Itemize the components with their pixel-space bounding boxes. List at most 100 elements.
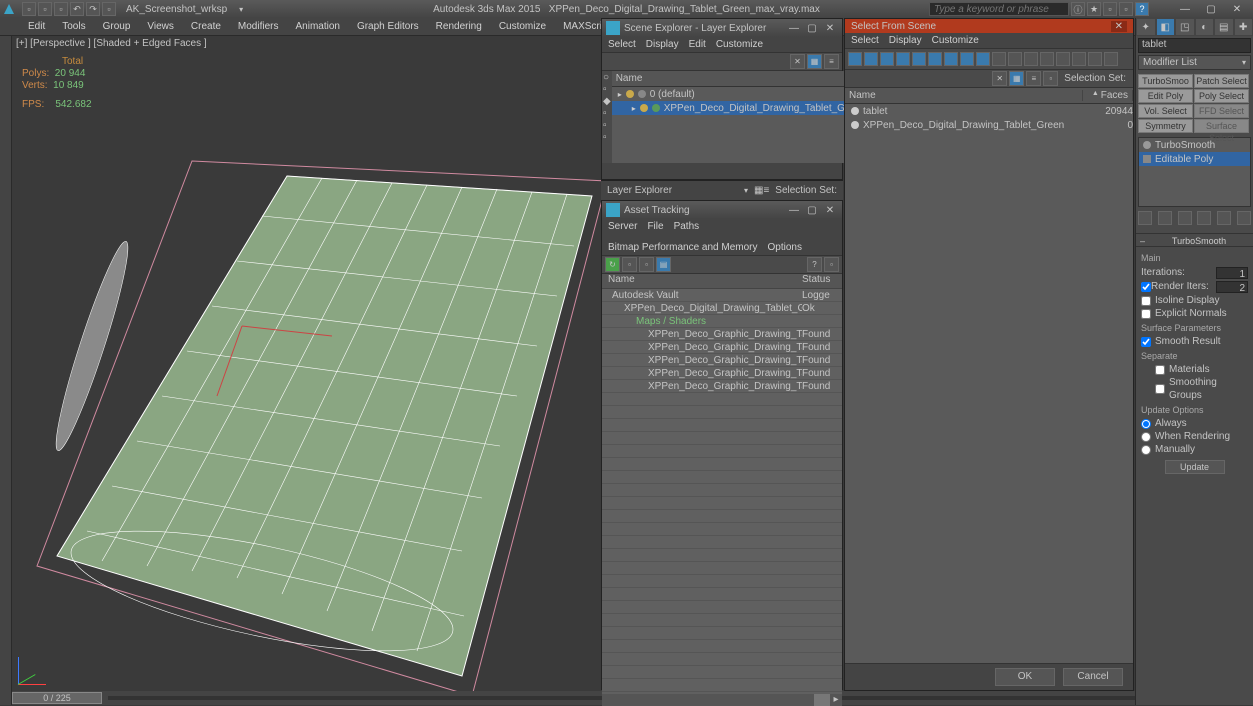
sfs-row[interactable]: tablet20944 [845,104,1133,118]
subobj-button[interactable]: Poly Select [1194,89,1249,103]
object-name-input[interactable]: tablet [1138,38,1251,53]
at-menu-server[interactable]: Server [608,221,637,232]
se-tool-icon[interactable]: ≡ [824,54,839,69]
se-tool-icon[interactable]: ✕ [790,54,805,69]
tab-create-icon[interactable]: ✦ [1136,18,1156,36]
se-filter-icon[interactable]: ▫ [603,120,611,131]
sfs-tool-icon[interactable]: ≡ [1026,71,1041,86]
update-button[interactable]: Update [1165,460,1225,474]
sfs-filter-icon[interactable] [1008,52,1022,66]
signin-icon[interactable]: ▫ [1103,2,1117,16]
update-always-radio[interactable]: Always [1141,417,1248,430]
at-refresh-icon[interactable]: ↻ [605,257,620,272]
asset-tracking-title[interactable]: Asset Tracking —▢✕ [602,201,842,219]
tab-display-icon[interactable]: ▤ [1214,18,1234,36]
sfs-filter-icon[interactable] [1056,52,1070,66]
stack-pin-icon[interactable] [1138,211,1152,225]
sfs-filter-icon[interactable] [912,52,926,66]
modifier-stack[interactable]: TurboSmooth Editable Poly [1138,137,1251,207]
sfs-close-icon[interactable]: ✕ [1111,21,1127,32]
at-tool-icon[interactable]: ▫ [639,257,654,272]
sfs-filter-icon[interactable] [864,52,878,66]
asset-row[interactable]: XPPen_Deco_Graphic_Drawing_Tablet_gre...… [602,354,842,367]
panel-max-icon[interactable]: ▢ [804,205,820,216]
asset-row[interactable]: XPPen_Deco_Graphic_Drawing_Tablet_gre...… [602,341,842,354]
se-menu-select[interactable]: Select [608,39,636,50]
sfs-col-name[interactable]: Name [845,90,1083,101]
sfs-row[interactable]: XPPen_Deco_Digital_Drawing_Tablet_Green0 [845,118,1133,132]
panel-max-icon[interactable]: ▢ [804,23,820,34]
menu-edit[interactable]: Edit [20,19,53,34]
tree-row[interactable]: ▸XPPen_Deco_Digital_Drawing_Tablet_Green [612,101,865,115]
smooth-result-check[interactable]: Smooth Result [1141,335,1248,348]
sfs-filter-icon[interactable] [928,52,942,66]
sfs-filter-icon[interactable] [880,52,894,66]
sfs-filter-icon[interactable] [976,52,990,66]
modifier-list-dropdown[interactable]: Modifier List [1138,55,1251,70]
se-menu-display[interactable]: Display [646,39,679,50]
update-manual-radio[interactable]: Manually [1141,443,1248,456]
tree-row[interactable]: ▸0 (default) [612,87,865,101]
at-col-status[interactable]: Status [802,274,842,288]
hscroll-thumb[interactable] [814,694,830,706]
rollout-header[interactable]: TurboSmooth [1136,233,1253,247]
subobj-button[interactable]: FFD Select [1194,104,1249,118]
sfs-tool-icon[interactable]: ▫ [1043,71,1058,86]
at-menu-options[interactable]: Options [768,242,802,253]
asset-row[interactable]: Maps / Shaders [602,315,842,328]
cancel-button[interactable]: Cancel [1063,668,1123,686]
at-tool-icon[interactable]: ▤ [656,257,671,272]
asset-row[interactable]: XPPen_Deco_Graphic_Drawing_Tablet_gre...… [602,328,842,341]
at-menu-paths[interactable]: Paths [674,221,700,232]
stack-tool-icon[interactable] [1178,211,1192,225]
panel-min-icon[interactable]: — [786,23,802,34]
qat-redo-icon[interactable]: ↷ [86,2,100,16]
render-iters-spinner[interactable]: 2 [1216,281,1248,293]
help-search-input[interactable] [929,2,1069,16]
at-tool-icon[interactable]: ▫ [622,257,637,272]
subobj-button[interactable]: Patch Select [1194,74,1249,88]
materials-check[interactable]: Materials [1155,363,1248,376]
sfs-menu-customize[interactable]: Customize [932,35,979,46]
sfs-tool-icon[interactable]: ▦ [1009,71,1024,86]
at-menu-file[interactable]: File [647,221,663,232]
asset-row[interactable]: Autodesk VaultLogge [602,289,842,302]
sfs-title[interactable]: Select From Scene ✕ [845,19,1133,33]
help-icon[interactable]: ? [1135,2,1149,16]
stack-config-icon[interactable] [1237,211,1251,225]
at-tool-icon[interactable]: ▫ [824,257,839,272]
se-filter-icon[interactable]: ▫ [603,108,611,119]
minimize-button[interactable]: — [1173,2,1197,16]
se-filter-icon[interactable]: ○ [603,72,611,83]
info-icon[interactable]: ⓘ [1071,2,1085,16]
at-menu-bitmap[interactable]: Bitmap Performance and Memory [608,242,758,253]
maximize-button[interactable]: ▢ [1199,2,1223,16]
hscroll-right-icon[interactable]: ▸ [830,694,842,706]
menu-rendering[interactable]: Rendering [428,19,490,34]
sfs-filter-icon[interactable] [960,52,974,66]
menu-tools[interactable]: Tools [54,19,93,34]
tab-motion-icon[interactable]: ◐ [1195,18,1215,36]
subobj-button[interactable]: Vol. Select [1138,104,1193,118]
scene-explorer-title[interactable]: Scene Explorer - Layer Explorer —▢✕ [602,19,842,37]
subobj-button[interactable]: Symmetry [1138,119,1193,133]
sfs-filter-icon[interactable] [992,52,1006,66]
tab-modify-icon[interactable]: ◧ [1156,18,1176,36]
subobj-button[interactable]: Edit Poly [1138,89,1193,103]
sfs-col-faces[interactable]: ▲Faces [1083,90,1133,101]
stack-tool-icon[interactable] [1158,211,1172,225]
qat-save-icon[interactable]: ▫ [54,2,68,16]
se-col-name[interactable]: Name [612,73,865,84]
sfs-filter-icon[interactable] [1072,52,1086,66]
menu-animation[interactable]: Animation [287,19,347,34]
stack-item[interactable]: Editable Poly [1139,152,1250,166]
tab-utilities-icon[interactable]: ✚ [1234,18,1253,36]
qat-link-icon[interactable]: ▫ [102,2,116,16]
se-filter-icon[interactable]: ◆ [603,96,611,107]
ok-button[interactable]: OK [995,668,1055,686]
workspace-selector[interactable]: AK_Screenshot_wrksp▾ [126,4,243,15]
sfs-filter-icon[interactable] [1040,52,1054,66]
sfs-filter-icon[interactable] [1104,52,1118,66]
qat-undo-icon[interactable]: ↶ [70,2,84,16]
exchange-icon[interactable]: ▫ [1119,2,1133,16]
